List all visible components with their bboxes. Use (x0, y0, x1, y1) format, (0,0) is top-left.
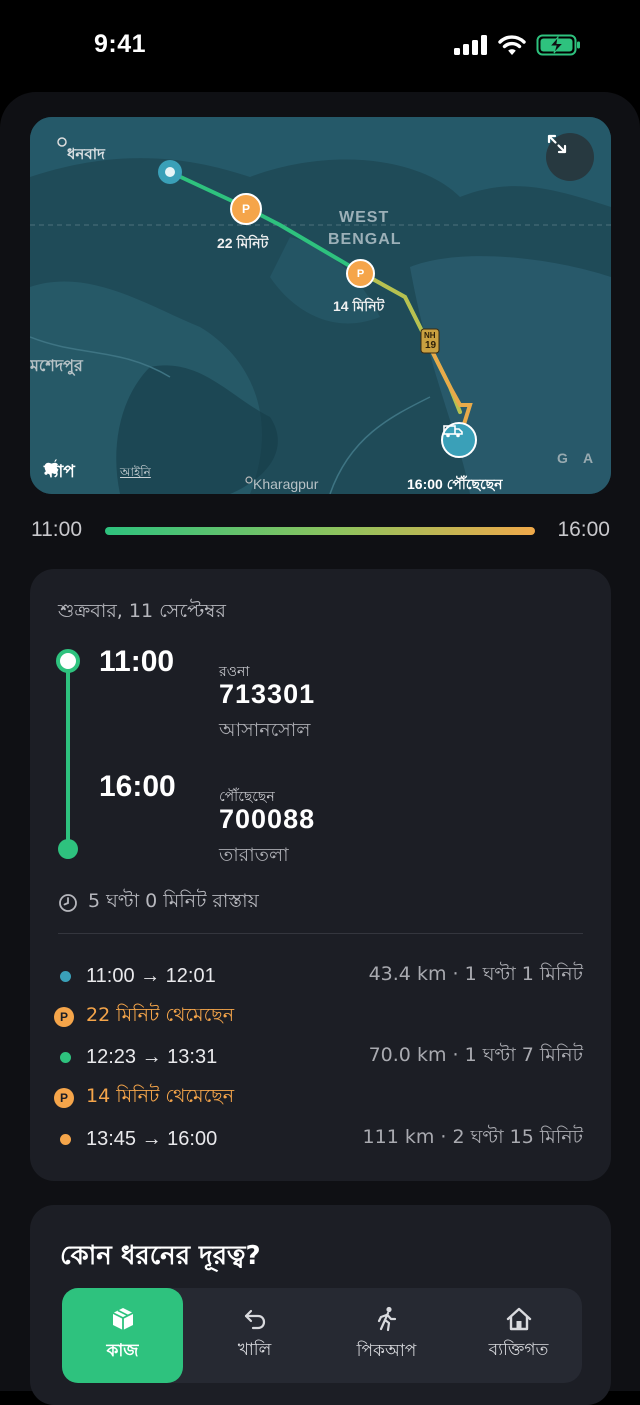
battery-charging-icon (536, 34, 580, 56)
stop-row: P 14 মিনিট থেমেছেন (54, 1083, 234, 1113)
trip-details-card: শুক্রবার, 11 সেপ্টেম্বর 11:00 রওনা 71330… (30, 569, 611, 1181)
segment-dot (60, 1133, 71, 1145)
option-work[interactable]: কাজ (62, 1288, 183, 1383)
timeline-start-time: 11:00 (31, 518, 82, 541)
map-place-kharagpur: Kharagpur (253, 476, 319, 492)
segment-times: 12:23 → 13:31 (86, 1045, 218, 1068)
distance-type-title: কোন ধরনের দূরত্ব? (60, 1241, 261, 1271)
trip-duration: 5 ঘণ্টা 0 মিনিট রাস্তায় (58, 887, 259, 919)
departure-time: 11:00 (99, 645, 175, 678)
segment-info: 70.0 km · 1 ঘণ্টা 7 মিনিট (368, 1044, 583, 1066)
option-personal-label: ব্যক্তিগত (488, 1339, 549, 1360)
option-empty[interactable]: খালি (194, 1288, 315, 1383)
wifi-icon (498, 34, 526, 55)
map-truck-marker (441, 422, 477, 458)
map-place-jamshedpur: মশেদপুর (30, 358, 83, 375)
stop-text: 22 মিনিট থেমেছেন (86, 1004, 235, 1026)
distance-type-selector: কাজ খালি পিকআপ ব্যক্তিগত (62, 1288, 582, 1383)
arrival-dot (58, 839, 78, 859)
trip-date: শুক্রবার, 11 সেপ্টেম্বর (58, 600, 226, 622)
map-parking-marker-1[interactable]: P (230, 193, 262, 225)
apple-logo-icon (44, 459, 59, 474)
expand-map-button[interactable] (546, 133, 594, 181)
walking-person-icon (377, 1306, 396, 1331)
route-map[interactable]: ধনবাদ মশেদপুর WEST BENGAL Kharagpur NH 1… (30, 117, 611, 494)
option-empty-label: খালি (237, 1339, 272, 1360)
trip-duration-text: 5 ঘণ্টা 0 মিনিট রাস্তায় (88, 890, 259, 912)
map-edge-g: G (557, 450, 568, 466)
map-place-dhanbad: ধনবাদ (67, 146, 105, 163)
map-arrival-label: 16:00 পৌঁছেছেন (407, 476, 503, 492)
map-background (30, 117, 611, 494)
map-region-west: WEST (339, 209, 390, 226)
option-personal[interactable]: ব্যক্তিগত (458, 1288, 579, 1383)
map-edge-a: A (583, 450, 594, 466)
map-stop1-label: 22 মিনিট (217, 235, 269, 251)
map-start-marker (158, 160, 182, 184)
distance-type-card: কোন ধরনের দূরত্ব? কাজ খালি পিকআপ ব্যক্তি… (30, 1205, 611, 1405)
map-parking-marker-2[interactable]: P (346, 259, 375, 288)
map-highway-nh: NH (424, 331, 436, 340)
option-work-label: কাজ (106, 1340, 139, 1361)
expand-icon (547, 134, 567, 154)
departure-place: আসানসোল (219, 719, 311, 741)
segment-row[interactable]: 12:23 → 13:31 70.0 km · 1 ঘণ্টা 7 মিনিট (58, 1042, 583, 1072)
return-arrow-icon (244, 1309, 265, 1329)
map-highway-num: 19 (425, 340, 437, 351)
status-bar: 9:41 (0, 0, 640, 92)
arrival-code: 700088 (219, 804, 316, 834)
segment-dot (60, 1051, 71, 1063)
departure-code: 713301 (219, 679, 316, 709)
timeline-end-time: 16:00 (557, 518, 610, 541)
option-pickup-label: পিকআপ (356, 1340, 417, 1361)
timeline-progress-bar (105, 527, 535, 535)
home-icon (506, 1307, 531, 1330)
stop-row: P 22 মিনিট থেমেছেন (54, 1002, 234, 1032)
status-time: 9:41 (94, 30, 147, 58)
map-stop2-label: 14 মিনিট (333, 298, 385, 314)
segment-row[interactable]: 13:45 → 16:00 111 km · 2 ঘণ্টা 15 মিনিট (58, 1124, 583, 1154)
parking-icon: P (54, 1088, 74, 1108)
map-region-bengal: BENGAL (328, 231, 402, 248)
trip-timeline-line (66, 661, 70, 849)
segment-row[interactable]: 11:00 → 12:01 43.4 km · 1 ঘণ্টা 1 মিনিট (58, 961, 583, 991)
cellular-signal-icon (454, 35, 487, 55)
option-pickup[interactable]: পিকআপ (326, 1288, 447, 1383)
stop-text: 14 মিনিট থেমেছেন (86, 1085, 235, 1107)
departure-dot (56, 649, 80, 673)
segment-times: 13:45 → 16:00 (86, 1127, 218, 1150)
segment-dot (60, 970, 71, 982)
divider (58, 933, 583, 934)
status-icons (454, 34, 582, 56)
box-icon (112, 1307, 133, 1330)
truck-icon (443, 425, 463, 438)
segment-times: 11:00 → 12:01 (86, 964, 216, 987)
segment-info: 111 km · 2 ঘণ্টা 15 মিনিট (362, 1126, 583, 1148)
arrival-place: তারাতলা (219, 844, 289, 866)
maps-brand: ম্যাপ (44, 459, 75, 487)
clock-icon (59, 894, 77, 912)
parking-icon: P (54, 1007, 74, 1027)
arrival-time: 16:00 (99, 770, 176, 803)
map-legal-link[interactable]: আইনি (120, 464, 151, 484)
segment-info: 43.4 km · 1 ঘণ্টা 1 মিনিট (368, 963, 583, 985)
